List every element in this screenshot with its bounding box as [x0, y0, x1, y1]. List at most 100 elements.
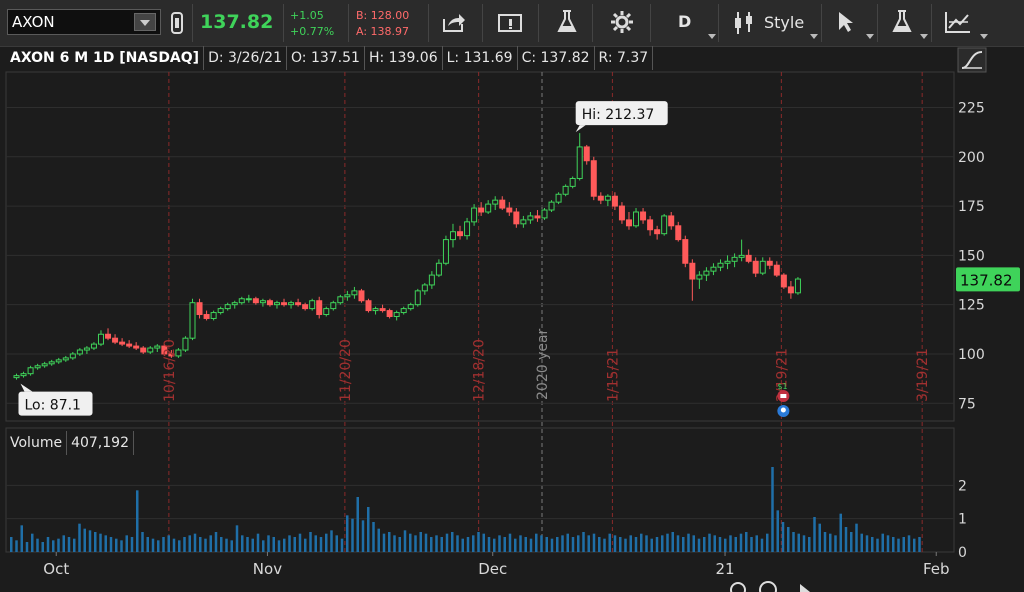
volume-bar: [608, 533, 611, 552]
price-chart[interactable]: 75100125150175200225 012 OctNovDec21FebM…: [0, 0, 1024, 592]
volume-bar: [382, 533, 386, 552]
volume-bar: [272, 537, 275, 552]
candle-body: [83, 347, 90, 351]
volume-bar: [918, 537, 921, 552]
volume-bar: [472, 535, 475, 552]
volume-bar: [855, 523, 858, 552]
volume-bar: [823, 532, 827, 552]
volume-bar: [377, 528, 380, 552]
volume-bar: [73, 538, 76, 552]
candle-body: [759, 260, 766, 274]
volume-bar: [262, 540, 265, 552]
candle-body: [48, 361, 55, 365]
volume-bar: [661, 535, 664, 552]
price-axis-tick: 150: [958, 248, 985, 264]
volume-axis-tick: 1: [958, 512, 967, 528]
candle-body: [428, 274, 435, 286]
volume-bar: [283, 538, 286, 552]
volume-bar: [430, 537, 433, 552]
volume-bar: [309, 532, 312, 552]
volume-bar: [325, 533, 328, 552]
low-label-pointer: [20, 383, 33, 392]
volume-bar: [813, 517, 816, 552]
volume-bar: [745, 532, 748, 552]
candle-body: [316, 300, 323, 316]
candle-body: [379, 308, 386, 312]
volume-bar: [577, 535, 580, 552]
volume-bar: [46, 537, 50, 552]
volume-bar: [109, 537, 113, 552]
candle-body: [675, 225, 682, 241]
volume-bar: [104, 535, 107, 552]
candle-body: [295, 302, 302, 306]
candle-body: [55, 359, 62, 363]
volume-bar: [298, 533, 302, 552]
volume-bar: [692, 535, 695, 552]
candle-body: [41, 363, 48, 367]
volume-bar: [587, 535, 590, 552]
volume-bar: [146, 537, 149, 552]
volume-bar: [671, 532, 674, 552]
candle-body: [126, 343, 133, 347]
volume-bar: [230, 540, 233, 552]
volume-bar: [739, 533, 743, 552]
candle-body: [442, 239, 449, 264]
volume-bar: [367, 507, 370, 552]
candle-body: [787, 286, 794, 294]
volume-bar: [766, 533, 769, 552]
volume-bar: [115, 538, 118, 552]
candle-body: [62, 357, 69, 361]
candle-body: [344, 294, 351, 298]
volume-bar: [52, 540, 55, 552]
candle-body: [365, 300, 372, 312]
volume-bar: [682, 537, 685, 552]
high-label-text: Hi: 212.37: [582, 107, 655, 123]
candle-body: [478, 207, 485, 213]
candle-body: [238, 298, 245, 304]
candle-body: [555, 193, 562, 203]
price-axis-tick: 125: [958, 298, 985, 314]
candle-body: [633, 211, 640, 227]
volume-bar: [629, 535, 632, 552]
zoom-controls[interactable]: [730, 581, 810, 592]
candle-body: [323, 308, 330, 316]
volume-bar: [10, 537, 13, 552]
candle-body: [654, 229, 661, 235]
candle-body: [625, 219, 632, 227]
candle-body: [309, 300, 316, 310]
volume-bar: [892, 537, 895, 552]
volume-bar: [860, 533, 863, 552]
x-axis-tick-label: Oct: [43, 560, 69, 578]
volume-bar: [776, 510, 779, 552]
volume-bar: [556, 537, 559, 552]
volume-bar: [372, 522, 375, 552]
volume-bar: [482, 533, 485, 552]
volume-bar: [83, 528, 86, 552]
price-axis-tick: 100: [958, 347, 985, 363]
expand-chart-icon[interactable]: [957, 47, 987, 73]
candle-body: [485, 203, 492, 213]
candle-body: [414, 290, 421, 306]
volume-bar: [424, 533, 428, 552]
candle-body: [618, 205, 625, 221]
volume-bar: [655, 537, 659, 552]
volume-bar: [907, 535, 911, 552]
volume-bar: [755, 535, 758, 552]
volume-bar: [193, 533, 197, 552]
volume-bar: [403, 530, 407, 552]
volume-bar: [25, 542, 29, 552]
volume-bar: [582, 532, 585, 552]
earnings-marker-glyph: [780, 407, 786, 413]
candle-body: [457, 231, 464, 237]
volume-bar: [808, 537, 811, 552]
volume-bar: [566, 533, 569, 552]
volume-bar: [865, 535, 869, 552]
candle-body: [724, 260, 731, 264]
volume-bar: [839, 513, 842, 552]
volume-bar: [650, 538, 653, 552]
volume-bar: [734, 537, 737, 552]
volume-bar: [461, 538, 464, 552]
volume-bar: [267, 535, 270, 552]
volume-bar: [619, 537, 622, 552]
candle-body: [449, 231, 456, 241]
